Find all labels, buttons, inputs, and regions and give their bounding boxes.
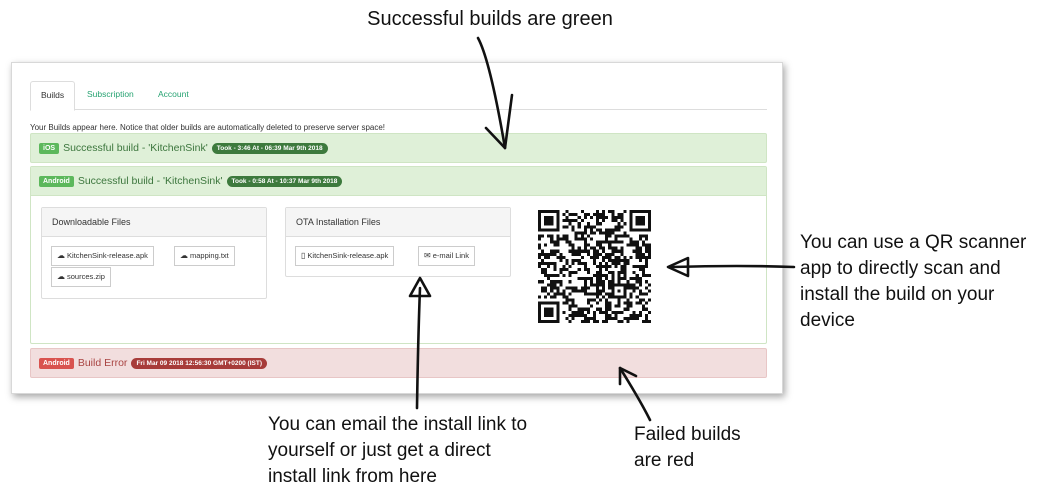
tab-account[interactable]: Account	[148, 81, 199, 108]
mobile-phone-icon: ▯	[301, 251, 306, 260]
tab-bar: Builds Subscription Account	[30, 81, 767, 111]
callout-line: yourself or just get a direct	[268, 440, 491, 461]
tab-subscription[interactable]: Subscription	[77, 81, 144, 108]
builds-intro-text: Your Builds appear here. Notice that old…	[30, 123, 386, 132]
callout-line: Failed builds	[634, 424, 741, 445]
downloadable-files-heading: Downloadable Files	[42, 208, 266, 237]
tab-builds[interactable]: Builds	[30, 81, 76, 111]
callout-line: You can email the install link to	[268, 414, 528, 435]
ota-files-heading: OTA Installation Files	[286, 208, 510, 237]
build-title: Successful build - 'KitchenSink'	[77, 175, 223, 187]
builds-card: Builds Subscription Account Your Builds …	[11, 62, 783, 394]
platform-badge: Android	[39, 175, 74, 187]
build-time-badge: Took - 3:46 At - 06:39 Mar 9th 2018	[211, 142, 328, 154]
build-title: Build Error	[77, 357, 128, 369]
cloud-download-icon: ☁	[57, 251, 65, 260]
platform-badge: iOS	[39, 142, 60, 154]
build-bar-android-error[interactable]: Android Build Error Fri Mar 09 2018 12:5…	[30, 348, 767, 378]
build-title: Successful build - 'KitchenSink'	[63, 142, 208, 154]
callout-email-link: You can email the install link to yourse…	[268, 412, 578, 490]
callout-line: device	[800, 310, 855, 331]
callout-line: You can use a QR scanner	[800, 232, 1027, 253]
callout-line: install the build on your	[800, 284, 995, 305]
download-mapping-button[interactable]: ☁ mapping.txt	[174, 246, 235, 266]
qr-code	[538, 210, 651, 323]
callout-line: are red	[634, 450, 695, 471]
cloud-download-icon: ☁	[57, 272, 65, 281]
download-sources-button[interactable]: ☁ sources.zip	[51, 267, 111, 287]
button-label: KitchenSink-release.apk	[67, 251, 148, 260]
build-bar-ios-success[interactable]: iOS Successful build - 'KitchenSink' Too…	[30, 133, 767, 163]
envelope-icon: ✉	[424, 251, 431, 260]
ota-files-box: OTA Installation Files ▯ KitchenSink-rele…	[285, 207, 511, 277]
cloud-download-icon: ☁	[180, 251, 188, 260]
build-panel-android-success: Android Successful build - 'KitchenSink'…	[30, 166, 767, 344]
callout-failed-builds: Failed builds are red	[634, 422, 794, 474]
platform-badge: Android	[39, 357, 74, 369]
ota-apk-button[interactable]: ▯ KitchenSink-release.apk	[295, 246, 395, 266]
build-time-badge: Took - 0:58 At - 10:37 Mar 9th 2018	[226, 175, 343, 187]
email-link-button[interactable]: ✉ e-mail Link	[418, 246, 475, 266]
button-label: sources.zip	[67, 272, 105, 281]
downloadable-files-box: Downloadable Files ☁ KitchenSink-release.…	[41, 207, 267, 299]
button-label: KitchenSink-release.apk	[307, 251, 389, 260]
callout-line: install link from here	[268, 466, 437, 487]
callout-qr-scanner: You can use a QR scanner app to directly…	[800, 230, 1056, 334]
qr-code-modules	[538, 210, 651, 323]
download-apk-button[interactable]: ☁ KitchenSink-release.apk	[51, 246, 154, 266]
build-time-badge: Fri Mar 09 2018 12:56:30 GMT+0200 (IST)	[131, 357, 267, 369]
button-label: e-mail Link	[432, 251, 469, 260]
callout-line: app to directly scan and	[800, 258, 1001, 279]
button-label: mapping.txt	[190, 251, 229, 260]
build-bar-android-success[interactable]: Android Successful build - 'KitchenSink'…	[31, 167, 766, 196]
callout-successful-builds: Successful builds are green	[367, 8, 613, 30]
